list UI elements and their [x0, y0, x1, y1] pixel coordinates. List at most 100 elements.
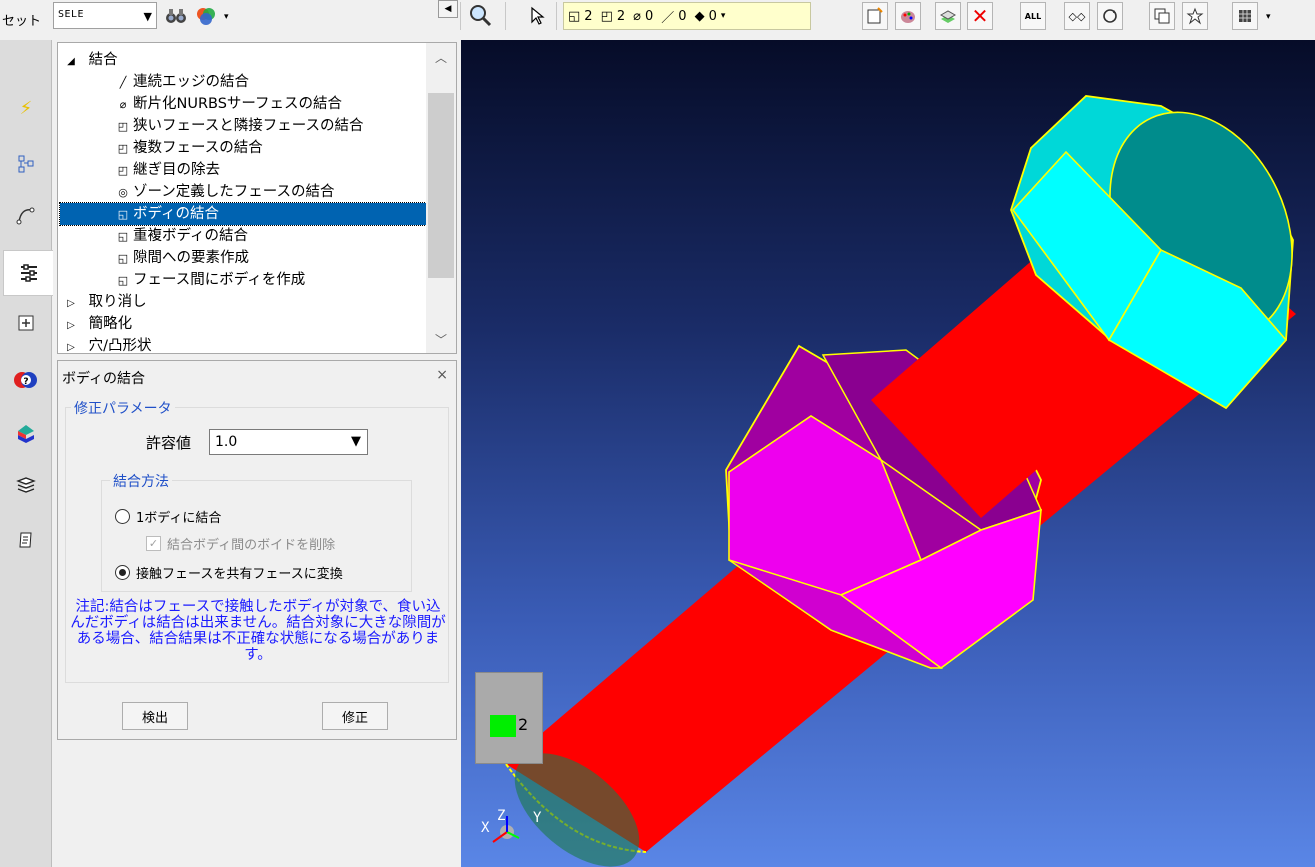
- lightning-icon[interactable]: ⚡: [14, 96, 38, 120]
- chevron-down-icon[interactable]: ▼: [144, 10, 152, 23]
- tool-category-strip: ⚡ ?: [0, 40, 53, 867]
- tolerance-select[interactable]: 1.0 ▼: [209, 429, 368, 455]
- edge-count: 0: [678, 8, 687, 24]
- tree-item-nurbs-join[interactable]: ⌀ 断片化NURBSサーフェスの結合: [116, 93, 342, 115]
- tree-item-label: 結合: [88, 52, 118, 68]
- copy-view-button[interactable]: [1149, 2, 1175, 30]
- tree-item-duplicate-body-join[interactable]: ◱ 重複ボディの結合: [116, 225, 248, 247]
- help-icon[interactable]: ?: [14, 368, 38, 392]
- tree-item-label: 重複ボディの結合: [133, 228, 248, 244]
- new-sheet-button[interactable]: [862, 2, 888, 30]
- stack-layers-icon[interactable]: [14, 474, 38, 498]
- face-filter-icon[interactable]: ◰: [601, 9, 613, 24]
- radio-label: 1ボディに結合: [136, 511, 222, 526]
- tree-item-label: 隙間への要素作成: [133, 250, 249, 266]
- axis-triad: X Z Y: [479, 798, 549, 848]
- axis-y-label: Y: [533, 810, 542, 826]
- face-count: 2: [616, 8, 626, 24]
- add-element-icon[interactable]: [14, 311, 38, 335]
- star-shape-button[interactable]: [1182, 2, 1208, 30]
- tree-item-body-between-faces[interactable]: ◱ フェース間にボディを作成: [116, 269, 305, 291]
- fix-button[interactable]: 修正: [322, 702, 388, 730]
- tree-item-label: 狭いフェースと隣接フェースの結合: [133, 118, 364, 134]
- set-label: セット: [2, 14, 42, 29]
- tree-item-zone-face-join[interactable]: ◎ ゾーン定義したフェースの結合: [116, 181, 334, 203]
- set-selector-value: SELE: [58, 9, 85, 20]
- checkbox-remove-voids[interactable]: ✓ 結合ボディ間のボイドを削除: [146, 534, 335, 553]
- scroll-up-icon[interactable]: ︿: [426, 49, 456, 66]
- tree-item-seam-removal[interactable]: ◰ 継ぎ目の除去: [116, 159, 220, 181]
- radio-one-body[interactable]: 1ボディに結合: [115, 507, 221, 526]
- tree-item-narrow-face-join[interactable]: ◰ 狭いフェースと隣接フェースの結合: [116, 115, 364, 137]
- collapse-panel-button[interactable]: ◀: [438, 0, 458, 18]
- tree-item-join[interactable]: ◢ 結合: [64, 49, 118, 73]
- radio-indicator[interactable]: [115, 509, 130, 524]
- chevron-down-icon[interactable]: ▼: [351, 434, 361, 449]
- tree-scrollbar[interactable]: ︿ ﹀: [426, 43, 456, 353]
- connect-nodes-button[interactable]: ◇◇: [1064, 2, 1090, 30]
- model-render[interactable]: [461, 40, 1315, 867]
- scrollbar-thumb[interactable]: [428, 93, 454, 278]
- grid-mesh-button[interactable]: [1232, 2, 1258, 30]
- mesh-layers-icon[interactable]: [14, 423, 38, 447]
- hierarchy-icon[interactable]: [14, 152, 38, 176]
- legend-value: 2: [518, 715, 529, 734]
- legend-swatch: [490, 715, 516, 737]
- axis-x-label: X: [481, 820, 490, 836]
- close-icon[interactable]: ×: [436, 367, 448, 383]
- tree-item-multi-face-join[interactable]: ◰ 複数フェースの結合: [116, 137, 263, 159]
- edge-filter-icon[interactable]: ／: [661, 7, 674, 26]
- detect-button[interactable]: 検出: [122, 702, 188, 730]
- color-display-icon[interactable]: [194, 4, 218, 28]
- scroll-down-icon[interactable]: ﹀: [426, 331, 456, 348]
- solid-icon: ◱: [117, 252, 129, 265]
- radio-shared-face[interactable]: 接触フェースを共有フェースに変換: [115, 563, 343, 582]
- toolbar-divider: [556, 2, 557, 30]
- join-note: 注記:結合はフェースで接触したボディが対象で、食い込んだボディは結合は出来ません…: [70, 599, 446, 663]
- face-icon: ◰: [117, 142, 129, 155]
- expand-arrow-icon[interactable]: ▷: [64, 337, 78, 353]
- collapse-arrow-icon[interactable]: ◢: [64, 51, 78, 73]
- tree-item-label: 簡略化: [88, 316, 133, 332]
- layers-button[interactable]: [935, 2, 961, 30]
- checkbox-label: 結合ボディ間のボイドを削除: [167, 538, 336, 553]
- vertex-filter-icon[interactable]: ◆: [695, 9, 705, 24]
- tree-item-undo[interactable]: ▷ 取り消し: [64, 291, 146, 315]
- operation-tree: ◢ 結合 ╱ 連続エッジの結合 ⌀ 断片化NURBSサーフェスの結合 ◰ 狭いフェース…: [57, 42, 457, 354]
- delete-icon[interactable]: ✕: [967, 2, 993, 30]
- more-filters-icon[interactable]: ▾: [721, 11, 726, 21]
- expand-arrow-icon[interactable]: ▷: [64, 315, 78, 337]
- expand-arrow-icon[interactable]: ▷: [64, 293, 78, 315]
- tree-item-body-join[interactable]: ◱ ボディの結合: [59, 202, 427, 226]
- face-icon: ◰: [117, 120, 129, 133]
- more-options-icon[interactable]: ▾: [1266, 12, 1271, 22]
- tree-item-gap-elements[interactable]: ◱ 隙間への要素作成: [116, 247, 249, 269]
- color-palette-button[interactable]: [895, 2, 921, 30]
- binoculars-icon[interactable]: [164, 4, 188, 28]
- nurbs-surface-icon: ⌀: [119, 98, 127, 111]
- 3d-viewport[interactable]: 2 X Z Y: [461, 40, 1315, 867]
- select-all-button[interactable]: ALL: [1020, 2, 1046, 30]
- svg-text:?: ?: [23, 377, 28, 387]
- checkmark-icon[interactable]: ✓: [146, 536, 161, 551]
- radio-indicator[interactable]: [115, 565, 130, 580]
- tree-item-label: 穴/凸形状: [88, 338, 152, 354]
- tree-item-label: 複数フェースの結合: [133, 140, 263, 156]
- tree-item-holes[interactable]: ▷ 穴/凸形状: [64, 335, 152, 354]
- curve-node-icon[interactable]: [14, 203, 38, 227]
- zoom-magnifier-icon[interactable]: [468, 3, 492, 27]
- solid-filter-icon[interactable]: ◱: [568, 9, 580, 24]
- tree-item-edge-join[interactable]: ╱ 連続エッジの結合: [116, 71, 249, 93]
- script-scroll-icon[interactable]: [14, 528, 38, 552]
- geometry-tools-icon[interactable]: [3, 250, 53, 296]
- surface-count: 0: [644, 8, 654, 24]
- vertex-count: 0: [708, 8, 717, 24]
- surface-filter-icon[interactable]: ⌀: [633, 9, 641, 24]
- tree-item-simplify[interactable]: ▷ 簡略化: [64, 313, 132, 335]
- more-options-icon[interactable]: ▾: [224, 12, 229, 22]
- tree-item-label: 継ぎ目の除去: [133, 162, 220, 178]
- pointer-select-icon[interactable]: [526, 4, 550, 28]
- body-join-panel: ボディの結合 × 修正パラメータ 許容値 1.0 ▼ 結合方法 1ボディに結合 …: [57, 360, 457, 740]
- set-selector[interactable]: SELE ▼: [53, 2, 157, 29]
- rotate-button[interactable]: [1097, 2, 1123, 30]
